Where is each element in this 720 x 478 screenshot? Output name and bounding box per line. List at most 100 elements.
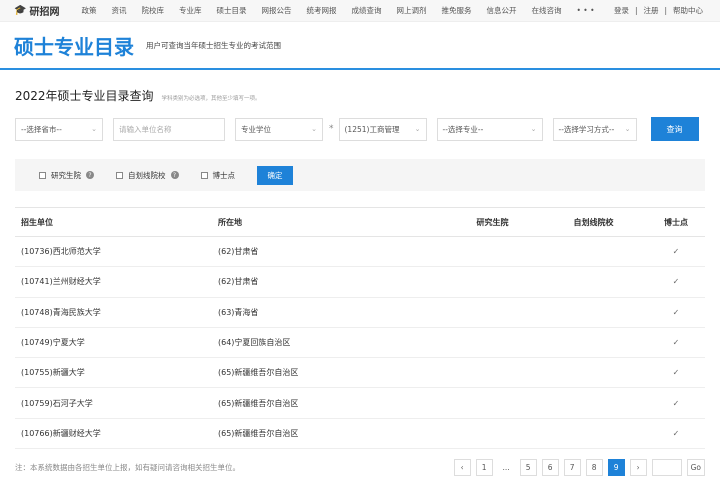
logo[interactable]: 🎓 研招网 — [14, 3, 59, 18]
self-line-cell — [540, 266, 641, 298]
nav-item[interactable]: 专业库 — [179, 6, 202, 15]
grad-school-cell — [439, 387, 540, 419]
doctor-checkbox[interactable]: 博士点 — [200, 170, 236, 181]
major-select[interactable]: --选择专业-- ⌄ — [436, 117, 543, 141]
doctor-cell: ✓ — [641, 357, 705, 389]
table-row: (10759)石河子大学 (65)新疆维吾尔自治区 ✓ — [15, 387, 705, 419]
column-header: 博士点 — [641, 207, 705, 237]
nav-item[interactable]: 硕士目录 — [216, 6, 246, 15]
nav-item[interactable]: 成绩查询 — [351, 6, 381, 15]
nav-item[interactable]: 资讯 — [111, 6, 126, 15]
checkbox-box[interactable] — [200, 171, 208, 179]
page-header: 硕士专业目录 用户可查询当年硕士招生专业的考试范围 — [0, 22, 720, 70]
required-mark: * — [329, 124, 334, 134]
column-header: 招生单位 — [15, 207, 212, 237]
self-line-cell — [540, 387, 641, 419]
doctor-cell: ✓ — [641, 327, 705, 359]
unit-input[interactable]: 请输入单位名称 — [113, 117, 225, 141]
page-number-input[interactable] — [651, 459, 682, 477]
help-icon[interactable]: ? — [170, 171, 179, 179]
grad-school-checkbox[interactable]: 研究生院? — [39, 170, 94, 181]
table-row: (10755)新疆大学 (65)新疆维吾尔自治区 ✓ — [15, 357, 705, 389]
column-header: 所在地 — [212, 207, 439, 237]
nav-item[interactable]: 统考网报 — [306, 6, 336, 15]
study-mode-select[interactable]: --选择学习方式-- ⌄ — [552, 117, 637, 141]
page-button[interactable]: 5 — [519, 459, 537, 477]
degree-select[interactable]: 专业学位 ⌄ — [235, 117, 323, 141]
next-page-button[interactable]: › — [629, 459, 647, 477]
nav-item[interactable]: 网报公告 — [261, 6, 291, 15]
category-select[interactable]: (1251)工商管理 ⌄ — [338, 117, 427, 141]
unit-cell[interactable]: (10736)西北师范大学 — [15, 236, 212, 268]
grad-school-cell — [439, 327, 540, 359]
province-select[interactable]: --选择省市-- ⌄ — [15, 117, 103, 141]
doctor-cell: ✓ — [641, 418, 705, 450]
page-button[interactable]: 9 — [607, 459, 625, 477]
page-button[interactable]: 1 — [475, 459, 493, 477]
nav-item[interactable]: 网上调剂 — [396, 6, 426, 15]
checkbox-label: 研究生院 — [51, 170, 81, 180]
location-cell: (65)新疆维吾尔自治区 — [212, 387, 439, 419]
nav-item[interactable]: • • • — [576, 6, 594, 15]
table-row: (10748)青海民族大学 (63)青海省 ✓ — [15, 297, 705, 328]
page-button[interactable]: 6 — [541, 459, 559, 477]
page-button[interactable]: 8 — [585, 459, 603, 477]
login-link[interactable]: 登录 — [614, 6, 629, 15]
unit-cell[interactable]: (10749)宁夏大学 — [15, 327, 212, 359]
major-value: --选择专业-- — [442, 124, 484, 134]
self-line-checkbox[interactable]: 自划线院校? — [116, 170, 179, 181]
grad-school-cell — [439, 236, 540, 268]
query-hint: 学科类别为必选项，其他至少填写一项。 — [161, 96, 261, 102]
table-row: (10741)兰州财经大学 (62)甘肃省 ✓ — [15, 266, 705, 298]
category-value: (1251)工商管理 — [344, 124, 400, 134]
unit-cell[interactable]: (10759)石河子大学 — [15, 387, 212, 419]
pagination: ‹ 1... 5 6 7 8 9 › Go — [453, 459, 705, 477]
table-row: (10736)西北师范大学 (62)甘肃省 ✓ — [15, 236, 705, 268]
confirm-button[interactable]: 确定 — [257, 165, 293, 185]
grad-school-cell — [439, 266, 540, 298]
help-link[interactable]: 帮助中心 — [673, 6, 703, 15]
page-button[interactable]: 7 — [563, 459, 581, 477]
checkbox-box[interactable] — [116, 171, 123, 179]
chevron-down-icon: ⌄ — [91, 125, 97, 133]
prev-page-button[interactable]: ‹ — [453, 459, 471, 477]
location-cell: (62)甘肃省 — [212, 266, 439, 298]
page-ellipsis: ... — [502, 463, 510, 473]
help-icon[interactable]: ? — [86, 171, 94, 179]
unit-cell[interactable]: (10755)新疆大学 — [15, 357, 212, 389]
column-header: 自划线院校 — [540, 207, 641, 237]
query-form: --选择省市-- ⌄ 请输入单位名称 专业学位 ⌄ * (1251)工商管理 ⌄ --… — [15, 117, 720, 141]
unit-cell[interactable]: (10748)青海民族大学 — [15, 297, 212, 328]
top-bar: 🎓 研招网 政策 资讯 院校库 专业库 硕士目录 网报公告 统考网报 成绩查询 网上调剂 推免服务 信… — [0, 0, 720, 22]
query-title: 2022年硕士专业目录查询 — [15, 89, 154, 103]
self-line-cell — [540, 357, 641, 389]
self-line-cell — [540, 327, 641, 359]
register-link[interactable]: 注册 — [643, 6, 658, 15]
nav-item[interactable]: 院校库 — [141, 6, 164, 15]
doctor-cell: ✓ — [641, 387, 705, 419]
column-header: 研究生院 — [439, 207, 540, 237]
go-button[interactable]: Go — [686, 459, 705, 477]
unit-cell[interactable]: (10766)新疆财经大学 — [15, 418, 212, 450]
nav-item[interactable]: 在线咨询 — [531, 6, 561, 15]
location-cell: (62)甘肃省 — [212, 236, 439, 268]
search-button[interactable]: 查询 — [650, 117, 699, 141]
location-cell: (65)新疆维吾尔自治区 — [212, 418, 439, 450]
chevron-down-icon: ⌄ — [311, 125, 317, 133]
nav-item[interactable]: 推免服务 — [441, 6, 471, 15]
nav-item[interactable]: 信息公开 — [486, 6, 516, 15]
table-row: (10749)宁夏大学 (64)宁夏回族自治区 ✓ — [15, 327, 705, 359]
graduation-cap-icon: 🎓 — [14, 5, 27, 16]
self-line-cell — [540, 236, 641, 268]
nav-item[interactable]: 政策 — [81, 6, 96, 15]
checkbox-box[interactable] — [39, 171, 46, 179]
main-nav: 政策 资讯 院校库 专业库 硕士目录 网报公告 统考网报 成绩查询 网上调剂 推免服务 信息公开 在线… — [81, 5, 609, 16]
separator: | — [634, 6, 638, 15]
grad-school-cell — [439, 418, 540, 450]
degree-value: 专业学位 — [241, 124, 271, 134]
table-row: (10766)新疆财经大学 (65)新疆维吾尔自治区 ✓ — [15, 418, 705, 450]
grad-school-cell — [439, 357, 540, 389]
grad-school-cell — [439, 297, 540, 328]
unit-cell[interactable]: (10741)兰州财经大学 — [15, 266, 212, 298]
checkbox-label: 博士点 — [212, 170, 236, 180]
